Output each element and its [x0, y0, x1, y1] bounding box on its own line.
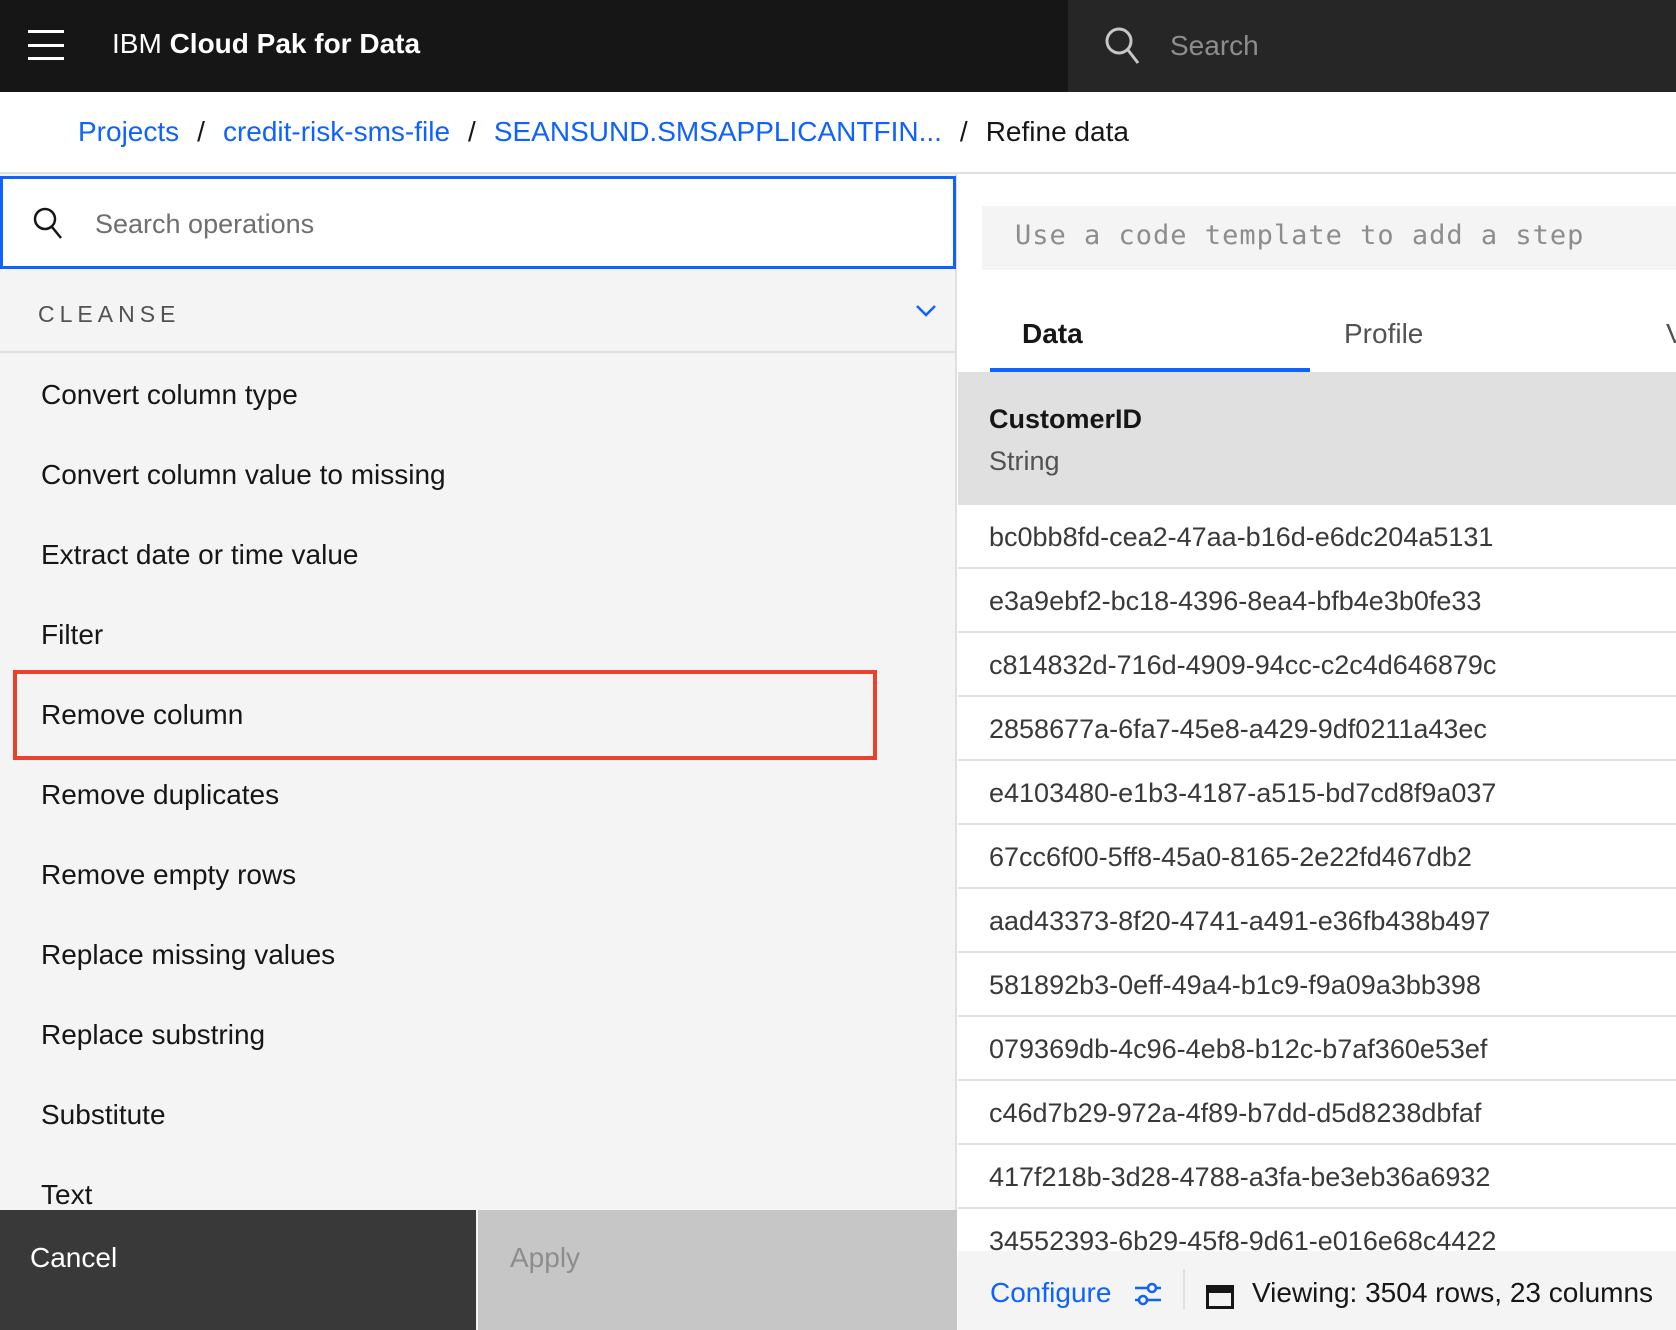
operation-item[interactable]: Remove empty rows: [0, 835, 955, 915]
search-operations-placeholder: Search operations: [95, 209, 315, 239]
table-footer: Configure Viewing: 3504 rows, 23 columns: [958, 1251, 1676, 1330]
tab-profile[interactable]: Profile: [1344, 318, 1423, 350]
breadcrumb-separator: /: [197, 116, 205, 147]
code-template-input[interactable]: Use a code template to add a step: [982, 206, 1676, 270]
window-icon: [1206, 1285, 1234, 1309]
breadcrumb-project[interactable]: credit-risk-sms-file: [223, 116, 450, 148]
table-row: bc0bb8fd-cea2-47aa-b16d-e6dc204a5131: [958, 505, 1676, 569]
table-row: 079369db-4c96-4eb8-b12c-b7af360e53ef: [958, 1017, 1676, 1081]
brand-name: Cloud Pak for Data: [169, 28, 421, 59]
operation-item[interactable]: Filter: [0, 595, 955, 675]
divider: [1183, 1269, 1185, 1309]
active-tab-indicator: [990, 368, 1310, 372]
breadcrumb-projects[interactable]: Projects: [78, 116, 179, 148]
cancel-button[interactable]: Cancel: [0, 1210, 476, 1330]
brand-prefix: IBM: [112, 28, 162, 59]
column-name: CustomerID: [989, 404, 1143, 434]
category-cleanse[interactable]: CLEANSE: [0, 276, 955, 353]
table-row: aad43373-8f20-4741-a491-e36fb438b497: [958, 889, 1676, 953]
operation-item[interactable]: Substitute: [0, 1075, 955, 1155]
table-row: c46d7b29-972a-4f89-b7dd-d5d8238dbfaf: [958, 1081, 1676, 1145]
table-row: e3a9ebf2-bc18-4396-8ea4-bfb4e3b0fe33: [958, 569, 1676, 633]
global-search[interactable]: Search: [1068, 0, 1676, 92]
tabs: Data Profile V: [958, 300, 1676, 374]
column-header[interactable]: CustomerID String: [958, 374, 1676, 505]
table-row: 581892b3-0eff-49a4-b1c9-f9a09a3bb398: [958, 953, 1676, 1017]
apply-button[interactable]: Apply: [478, 1210, 957, 1330]
search-icon: [33, 207, 62, 239]
tab-visualizations[interactable]: V: [1666, 318, 1676, 350]
global-search-placeholder: Search: [1170, 30, 1259, 61]
table-row: 67cc6f00-5ff8-45a0-8165-2e22fd467db2: [958, 825, 1676, 889]
breadcrumb: Projects / credit-risk-sms-file / SEANSUND…: [78, 116, 1129, 148]
table-row: c814832d-716d-4909-94cc-c2c4d646879c: [958, 633, 1676, 697]
viewing-summary: Viewing: 3504 rows, 23 columns: [1252, 1277, 1654, 1308]
operation-item[interactable]: Convert column type: [0, 355, 955, 435]
table-row: 2858677a-6fa7-45e8-a429-9df0211a43ec: [958, 697, 1676, 761]
breadcrumb-separator: /: [468, 116, 476, 147]
operation-item[interactable]: Convert column value to missing: [0, 435, 955, 515]
category-label: CLEANSE: [38, 301, 181, 327]
code-template-placeholder: Use a code template to add a step: [1015, 220, 1585, 251]
chevron-down-icon: [916, 305, 936, 317]
tab-data[interactable]: Data: [1022, 318, 1083, 350]
settings-adjust-icon[interactable]: [1133, 1279, 1163, 1309]
search-icon: [1105, 27, 1140, 64]
breadcrumb-asset[interactable]: SEANSUND.SMSAPPLICANTFIN...: [494, 116, 942, 148]
breadcrumb-separator: /: [959, 116, 968, 147]
highlight-box: [13, 670, 877, 760]
hamburger-menu-icon[interactable]: [28, 30, 64, 60]
configure-link[interactable]: Configure: [990, 1277, 1111, 1309]
operation-item[interactable]: Extract date or time value: [0, 515, 955, 595]
column-type: String: [989, 446, 1060, 476]
operations-list: Convert column type Convert column value…: [0, 355, 955, 1235]
search-operations-input[interactable]: Search operations: [0, 176, 956, 269]
operation-item[interactable]: Replace substring: [0, 995, 955, 1075]
brand-title: IBM Cloud Pak for Data: [112, 28, 420, 60]
operation-item[interactable]: Remove duplicates: [0, 755, 955, 835]
data-table: bc0bb8fd-cea2-47aa-b16d-e6dc204a5131 e3a…: [958, 505, 1676, 1273]
top-header: IBM Cloud Pak for Data Search: [0, 0, 1676, 92]
table-row: e4103480-e1b3-4187-a515-bd7cd8f9a037: [958, 761, 1676, 825]
breadcrumb-current: Refine data: [985, 116, 1129, 147]
table-row: 417f218b-3d28-4788-a3fa-be3eb36a6932: [958, 1145, 1676, 1209]
operation-item[interactable]: Replace missing values: [0, 915, 955, 995]
